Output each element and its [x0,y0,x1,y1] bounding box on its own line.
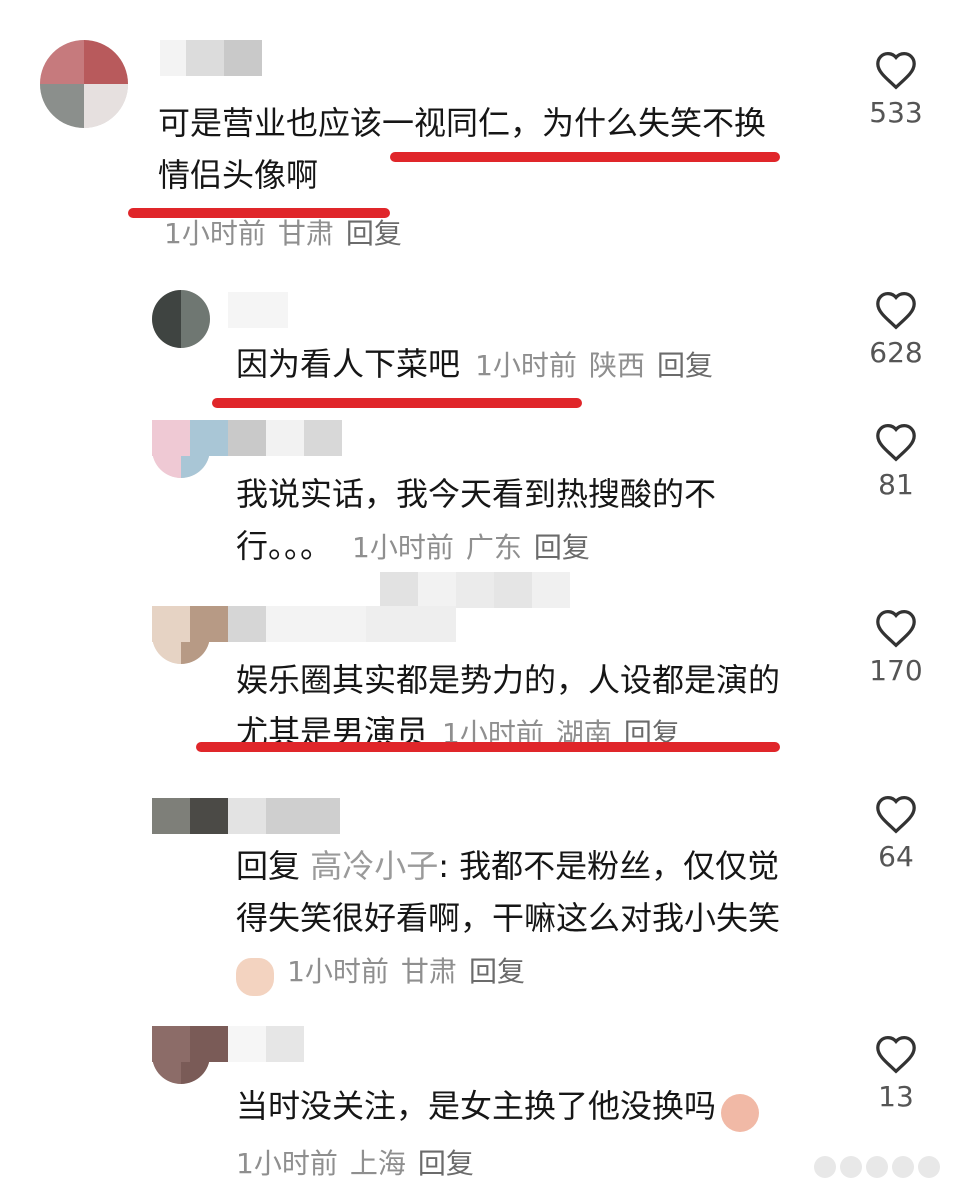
highlight-underline [212,398,582,408]
like-button[interactable]: 13 [856,1034,936,1113]
username-blurred[interactable] [160,40,262,76]
comment-meta: 1小时前 甘肃 回复 [164,212,414,252]
comment-location: 甘肃 [277,217,334,250]
like-count: 81 [878,468,914,501]
like-button[interactable]: 81 [856,422,936,501]
like-count: 64 [878,840,914,873]
comment-meta: 1小时前 甘肃 回复 [287,955,537,988]
username-blurred[interactable] [152,798,340,834]
comment-meta: 1小时前 陕西 回复 [475,349,725,382]
reply-button[interactable]: 回复 [418,1147,474,1180]
comment-time: 1小时前 [287,955,389,988]
reply-button[interactable]: 回复 [534,531,590,564]
comment-time: 1小时前 [164,217,266,250]
heart-outline-icon [876,795,916,834]
reply-button[interactable]: 回复 [346,217,402,250]
heart-outline-icon [876,51,916,90]
highlight-underline [390,152,780,162]
username-blurred[interactable] [228,292,288,328]
comment-time: 1小时前 [475,349,577,382]
comment-meta: 1小时前 上海 回复 [236,1142,486,1182]
avatar[interactable] [40,40,128,128]
like-count: 533 [869,96,923,129]
comment-row: 因为看人下菜吧 1小时前 陕西 回复 [236,338,725,390]
comment-row: 当时没关注，是女主换了他没换吗 [236,1080,760,1132]
like-count: 170 [869,654,923,687]
reply-button[interactable]: 回复 [469,955,525,988]
comment-time: 1小时前 [236,1147,338,1180]
reply-prefix: 回复 [236,847,301,885]
comment-text: 因为看人下菜吧 [236,345,461,383]
comment-location: 广东 [465,531,522,564]
like-button[interactable]: 170 [856,608,936,687]
comment-text: 我说实话，我今天看到热搜酸的不 行。。。 1小时前 广东 回复 [236,475,717,565]
heart-outline-icon [876,423,916,462]
username-blurred[interactable] [152,606,456,642]
sly-face-emoji [236,957,274,996]
username-blurred[interactable] [152,1026,304,1062]
highlight-underline [196,742,780,752]
blurred-overlay [380,572,570,608]
comment-text: 回复 高冷小子: 我都不是粉丝，仅仅觉 得失笑很好看啊，干嘛这么对我小失笑 [236,847,781,937]
like-button[interactable]: 64 [856,794,936,873]
reply-to-username[interactable]: 高冷小子 [310,847,438,885]
like-count: 13 [878,1080,914,1113]
comment-text: 当时没关注，是女主换了他没换吗 [236,1087,717,1125]
avatar[interactable] [152,290,210,348]
reply-button[interactable]: 回复 [657,349,713,382]
comment-time: 1小时前 [352,531,454,564]
like-count: 628 [869,336,923,369]
crying-laughing-emoji [721,1093,760,1132]
comment-location: 上海 [349,1147,406,1180]
heart-outline-icon [876,291,916,330]
comment-text: 可是营业也应该一视同仁，为什么失笑不换 情侣头像啊 [158,104,767,194]
comment-location: 陕西 [588,349,645,382]
heart-outline-icon [876,609,916,648]
like-button[interactable]: 628 [856,290,936,369]
comment-location: 甘肃 [400,955,457,988]
heart-outline-icon [876,1035,916,1074]
comment-meta-row: 1小时前 甘肃 回复 [236,950,537,996]
watermark [814,1156,940,1178]
like-button[interactable]: 533 [856,50,936,129]
username-blurred[interactable] [152,420,342,456]
comment-meta: 1小时前 广东 回复 [352,531,602,564]
